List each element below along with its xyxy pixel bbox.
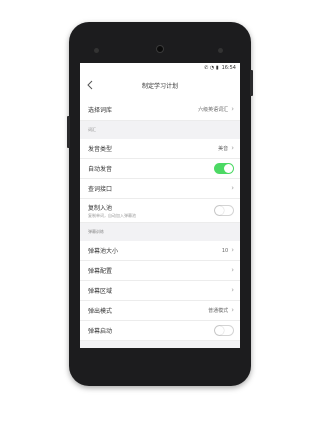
row-label: 自动发音: [88, 166, 113, 173]
chevron-right-icon: ›: [231, 306, 234, 314]
row-value: 10: [221, 247, 229, 254]
sensor-dot: [94, 48, 99, 53]
chevron-right-icon: ›: [231, 105, 234, 113]
row-mode[interactable]: 弹出模式 普通模式 ›: [80, 301, 240, 321]
auto-pron-toggle[interactable]: [214, 163, 234, 174]
row-label: 弹幕池大小: [88, 248, 119, 255]
status-bar: ✆ ◔ ▮ 16:54: [80, 63, 240, 72]
row-start: 弹幕启动: [80, 321, 240, 341]
chevron-right-icon: ›: [231, 246, 234, 254]
row-label: 查词接口: [88, 186, 113, 193]
row-area[interactable]: 弹幕区域 ›: [80, 281, 240, 301]
start-toggle[interactable]: [214, 325, 234, 336]
section-header-danmaku: 弹幕训练: [80, 223, 240, 241]
row-label: 复制入池: [88, 204, 113, 212]
chevron-right-icon: ›: [231, 144, 234, 152]
row-sublabel: 复制单词，自动加入弹幕池: [88, 212, 136, 218]
row-auto-pron: 自动发音: [80, 159, 240, 179]
row-pool-size[interactable]: 弹幕池大小 10 ›: [80, 241, 240, 261]
nav-bar: 制定学习计划: [80, 72, 240, 99]
row-label: 弹幕区域: [88, 288, 113, 295]
row-label: 弹幕配置: [88, 268, 113, 275]
row-label: 发音类型: [88, 146, 113, 153]
toggle-knob: [224, 164, 233, 173]
row-query-api[interactable]: 查词接口 ›: [80, 179, 240, 199]
row-label: 弹出模式: [88, 308, 113, 315]
copy-add-toggle[interactable]: [214, 205, 234, 216]
page-title: 制定学习计划: [141, 83, 178, 90]
earpiece-dot: [218, 48, 223, 53]
front-camera: [156, 45, 164, 53]
chevron-right-icon: ›: [231, 266, 234, 274]
row-label: 选择词库: [88, 107, 113, 114]
toggle-knob: [215, 206, 224, 215]
chevron-right-icon: ›: [231, 184, 234, 192]
status-time: 16:54: [221, 64, 236, 71]
volume-button: [67, 116, 70, 148]
row-copy-add: 复制入池 复制单词，自动加入弹幕池: [80, 199, 240, 223]
screen: ✆ ◔ ▮ 16:54 制定学习计划 选择词库 六级英语词汇 › 词汇 发音类型…: [80, 63, 240, 348]
row-value: 六级英语词汇: [198, 107, 229, 113]
row-value: 普通模式: [208, 308, 229, 314]
row-lexicon[interactable]: 选择词库 六级英语词汇 ›: [80, 99, 240, 121]
row-pron-type[interactable]: 发音类型 美音 ›: [80, 139, 240, 159]
section-header-vocab: 词汇: [80, 121, 240, 139]
chevron-right-icon: ›: [231, 286, 234, 294]
status-icons: ✆ ◔ ▮: [204, 64, 219, 71]
row-label: 弹幕启动: [88, 328, 113, 335]
chevron-left-icon[interactable]: [86, 79, 96, 91]
toggle-knob: [215, 326, 224, 335]
row-value: 美音: [218, 146, 229, 152]
row-config[interactable]: 弹幕配置 ›: [80, 261, 240, 281]
power-button: [250, 70, 253, 96]
